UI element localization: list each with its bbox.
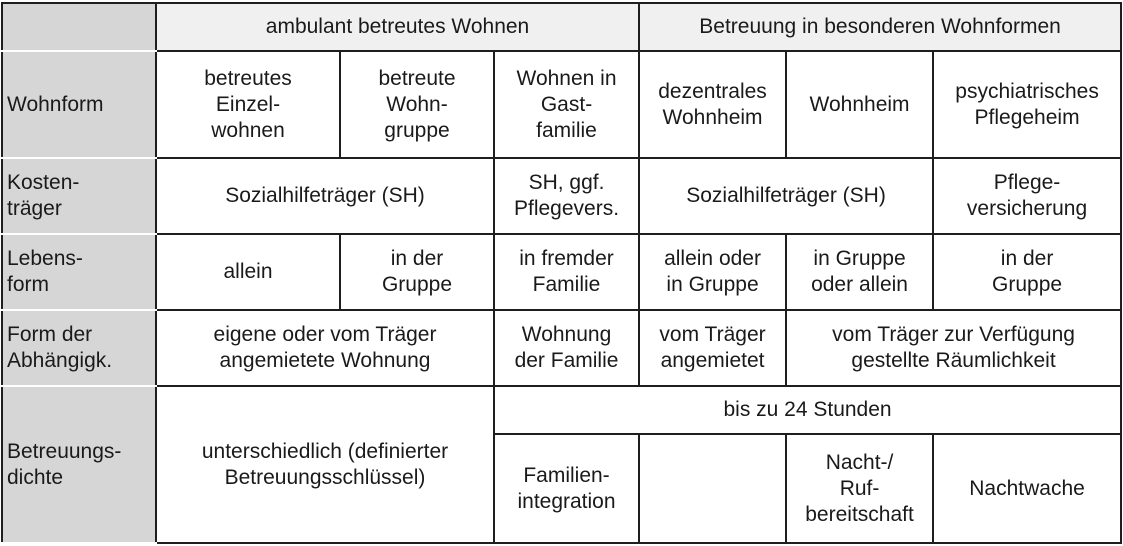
lebensform-dezentrales-wohnheim: allein oder in Gruppe [638,233,788,311]
row-label-betreuungsdichte: Betreuungs- dichte [1,385,157,544]
kostentraeger-ambulant: Sozialhilfeträger (SH) [155,157,495,235]
kostentraeger-wohnheime: Sozialhilfeträger (SH) [638,157,935,235]
abhaengigkeit-wohnheim-pflegeheim: vom Träger zur Verfügung gestellte Räuml… [785,309,1123,387]
lebensform-einzelwohnen: allein [155,233,341,311]
row-label-abhaengigkeit: Form der Abhängigk. [1,309,157,387]
row-label-kostentraeger: Kosten- träger [1,157,157,235]
betreuungsdichte-pflegeheim: Nachtwache [932,433,1123,544]
wohnformen-table: ambulant betreutes Wohnen Betreuung in b… [1,2,1123,544]
kostentraeger-gastfamilie: SH, ggf. Pflegevers. [492,157,641,235]
betreuungsdichte-dezentrales-wohnheim [638,433,788,544]
lebensform-pflegeheim: in der Gruppe [932,233,1123,311]
group-header-ambulant: ambulant betreutes Wohnen [154,2,641,52]
betreuungsdichte-ambulant: unterschiedlich (definierter Betreuungss… [155,385,495,544]
kostentraeger-pflegeheim: Pflege- versicherung [932,157,1123,235]
lebensform-wohngruppe: in der Gruppe [339,233,495,311]
group-header-besondere: Betreuung in besonderen Wohnformen [638,2,1123,52]
row-label-wohnform: Wohnform [1,50,157,159]
lebensform-wohnheim: in Gruppe oder allein [785,233,935,311]
abhaengigkeit-dezentrales-wohnheim: vom Träger angemietet [638,309,788,387]
wohnform-wohngruppe: betreute Wohn- gruppe [339,50,495,159]
wohnform-wohnheim: Wohnheim [785,50,935,159]
lebensform-gastfamilie: in fremder Familie [492,233,641,311]
wohnform-pflegeheim: psychiatrisches Pflegeheim [932,50,1123,159]
betreuungsdichte-wohnheim: Nacht-/ Ruf- bereitschaft [785,433,935,544]
betreuungsdichte-24-stunden: bis zu 24 Stunden [492,385,1123,435]
abhaengigkeit-ambulant: eigene oder vom Träger angemietete Wohnu… [155,309,495,387]
wohnform-gastfamilie: Wohnen in Gast- familie [492,50,641,159]
wohnform-dezentrales-wohnheim: dezentrales Wohnheim [638,50,788,159]
wohnform-einzelwohnen: betreutes Einzel- wohnen [155,50,341,159]
abhaengigkeit-gastfamilie: Wohnung der Familie [492,309,641,387]
betreuungsdichte-gastfamilie: Familien- integration [492,433,641,544]
corner-cell [1,2,157,52]
row-label-lebensform: Lebens- form [1,233,157,311]
